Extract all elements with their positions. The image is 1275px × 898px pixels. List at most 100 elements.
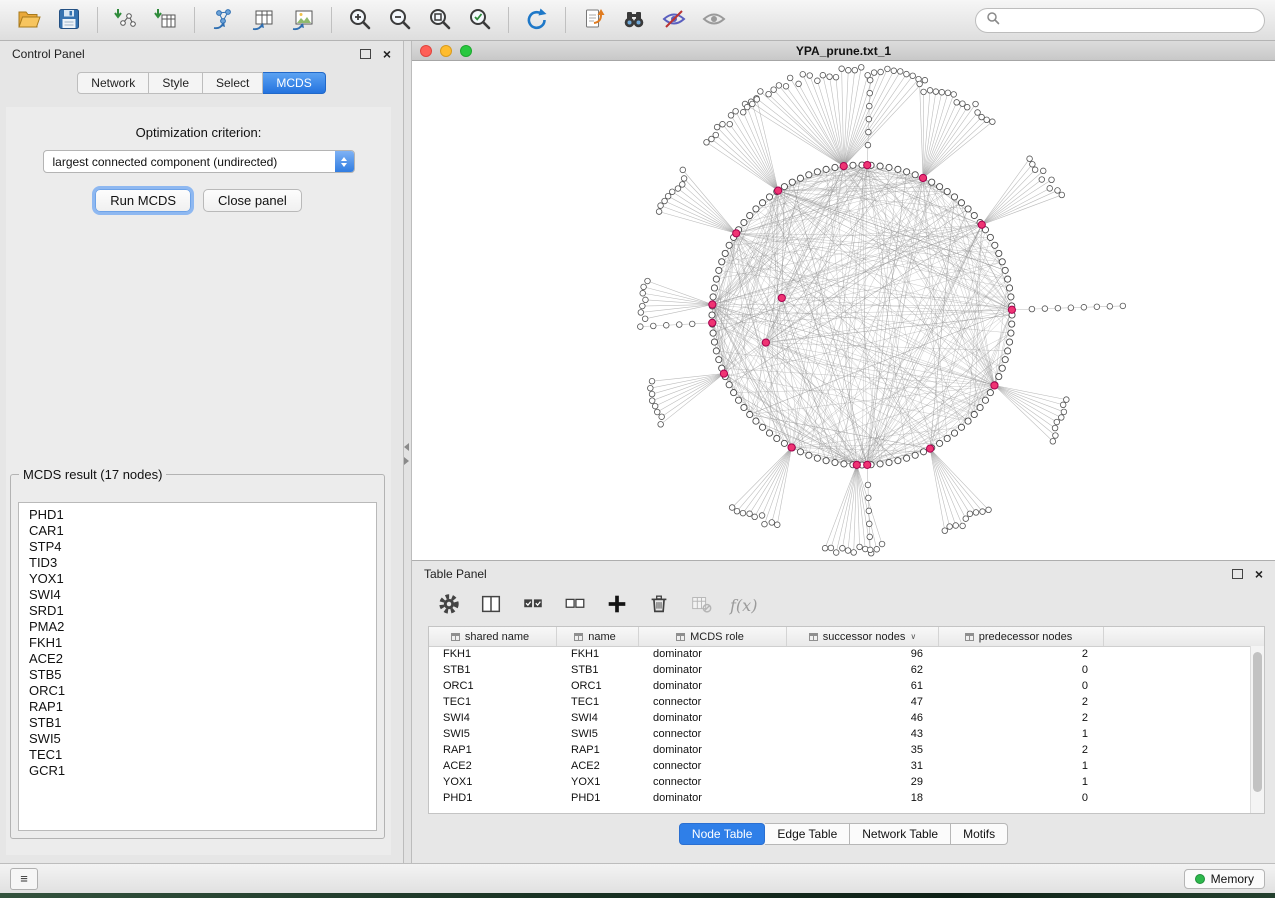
mcds-result-item[interactable]: STB5: [29, 667, 376, 683]
show-columns-button[interactable]: [478, 592, 504, 618]
float-panel-icon[interactable]: [360, 49, 371, 59]
table-row[interactable]: SWI5 SWI5 connector 43 1: [429, 726, 1251, 742]
tab-node-table[interactable]: Node Table: [679, 823, 766, 845]
mcds-result-item[interactable]: PMA2: [29, 619, 376, 635]
delete-column-button[interactable]: [646, 592, 672, 618]
mcds-result-item[interactable]: SWI5: [29, 731, 376, 747]
criterion-dropdown[interactable]: largest connected component (undirected): [43, 150, 355, 173]
scrollbar-thumb[interactable]: [1253, 652, 1262, 792]
checked-boxes-icon: [521, 592, 545, 619]
zoom-in-button[interactable]: [341, 4, 379, 36]
toolbar-separator: [565, 7, 566, 33]
cell-filler: [1104, 646, 1251, 662]
mcds-result-item[interactable]: TID3: [29, 555, 376, 571]
tab-style[interactable]: Style: [149, 72, 203, 94]
search-network-button[interactable]: [615, 4, 653, 36]
column-header[interactable]: name: [557, 627, 639, 646]
mcds-result-item[interactable]: SRD1: [29, 603, 376, 619]
cell-shared-name: ORC1: [429, 678, 557, 694]
table-row[interactable]: ORC1 ORC1 dominator 61 0: [429, 678, 1251, 694]
column-attribute-icon: [574, 633, 583, 641]
tab-network[interactable]: Network: [77, 72, 149, 94]
cell-name: RAP1: [557, 742, 639, 758]
float-panel-icon[interactable]: [1232, 569, 1243, 579]
mcds-result-item[interactable]: ACE2: [29, 651, 376, 667]
cell-successor-nodes: 46: [787, 710, 939, 726]
tab-network-table[interactable]: Network Table: [850, 823, 951, 845]
show-details-button[interactable]: [695, 4, 733, 36]
create-column-button[interactable]: [604, 592, 630, 618]
share-document-button[interactable]: [575, 4, 613, 36]
open-file-button[interactable]: [10, 4, 48, 36]
table-row[interactable]: SWI4 SWI4 dominator 46 2: [429, 710, 1251, 726]
table-settings-button[interactable]: [436, 592, 462, 618]
mcds-result-item[interactable]: PHD1: [29, 507, 376, 523]
table-row[interactable]: STB1 STB1 dominator 62 0: [429, 662, 1251, 678]
table-row[interactable]: ACE2 ACE2 connector 31 1: [429, 758, 1251, 774]
tab-select[interactable]: Select: [203, 72, 263, 94]
table-scrollbar[interactable]: [1250, 646, 1264, 813]
table-row[interactable]: PHD1 PHD1 dominator 18 0: [429, 790, 1251, 806]
columns-icon: [479, 592, 503, 619]
column-header[interactable]: successor nodes ∨: [787, 627, 939, 646]
panel-selector-button[interactable]: ≡: [10, 868, 38, 890]
cell-shared-name: YOX1: [429, 774, 557, 790]
network-canvas[interactable]: [412, 61, 1275, 560]
table-row[interactable]: FKH1 FKH1 dominator 96 2: [429, 646, 1251, 662]
mcds-result-item[interactable]: TEC1: [29, 747, 376, 763]
search-input[interactable]: [1006, 12, 1254, 28]
memory-button[interactable]: Memory: [1184, 869, 1265, 889]
new-network-button[interactable]: [204, 4, 242, 36]
mcds-result-item[interactable]: ORC1: [29, 683, 376, 699]
cell-predecessor-nodes: 1: [939, 758, 1104, 774]
cell-filler: [1104, 694, 1251, 710]
collapse-right-icon[interactable]: [404, 457, 409, 465]
import-table-icon: [153, 6, 179, 35]
column-header[interactable]: shared name: [429, 627, 557, 646]
cell-predecessor-nodes: 0: [939, 678, 1104, 694]
function-builder-button[interactable]: f(x): [730, 596, 757, 615]
mcds-result-item[interactable]: CAR1: [29, 523, 376, 539]
mcds-result-list[interactable]: PHD1CAR1STP4TID3YOX1SWI4SRD1PMA2FKH1ACE2…: [18, 502, 377, 831]
run-mcds-button[interactable]: Run MCDS: [95, 189, 191, 212]
mcds-result-item[interactable]: YOX1: [29, 571, 376, 587]
mcds-result-item[interactable]: SWI4: [29, 587, 376, 603]
new-network-table-button[interactable]: [244, 4, 282, 36]
toolbar-separator: [194, 7, 195, 33]
tab-edge-table[interactable]: Edge Table: [765, 823, 850, 845]
table-row[interactable]: RAP1 RAP1 dominator 35 2: [429, 742, 1251, 758]
deselect-all-columns-button[interactable]: [562, 592, 588, 618]
save-session-button[interactable]: [50, 4, 88, 36]
close-mcds-panel-button[interactable]: Close panel: [203, 189, 302, 212]
mcds-result-item[interactable]: STB1: [29, 715, 376, 731]
import-network-button[interactable]: [107, 4, 145, 36]
close-panel-icon[interactable]: ×: [383, 47, 391, 61]
zoom-fit-button[interactable]: [421, 4, 459, 36]
table-body[interactable]: FKH1 FKH1 dominator 96 2 STB1 STB1: [429, 646, 1251, 813]
search-box[interactable]: [975, 8, 1265, 33]
mcds-result-item[interactable]: FKH1: [29, 635, 376, 651]
panel-splitter[interactable]: [403, 41, 412, 863]
import-table-button[interactable]: [147, 4, 185, 36]
hide-details-button[interactable]: [655, 4, 693, 36]
zoom-out-button[interactable]: [381, 4, 419, 36]
network-window-titlebar[interactable]: YPA_prune.txt_1: [412, 41, 1275, 61]
select-all-columns-button[interactable]: [520, 592, 546, 618]
close-panel-icon[interactable]: ×: [1255, 567, 1263, 581]
column-header[interactable]: predecessor nodes: [939, 627, 1104, 646]
mcds-result-item[interactable]: RAP1: [29, 699, 376, 715]
refresh-layout-button[interactable]: [518, 4, 556, 36]
column-header[interactable]: MCDS role: [639, 627, 787, 646]
table-row[interactable]: YOX1 YOX1 connector 29 1: [429, 774, 1251, 790]
mcds-result-item[interactable]: STP4: [29, 539, 376, 555]
export-image-button[interactable]: [284, 4, 322, 36]
table-row[interactable]: TEC1 TEC1 connector 47 2: [429, 694, 1251, 710]
zoom-selected-button[interactable]: [461, 4, 499, 36]
collapse-left-icon[interactable]: [404, 443, 409, 451]
mcds-result-item[interactable]: GCR1: [29, 763, 376, 779]
cell-filler: [1104, 726, 1251, 742]
tab-mcds[interactable]: MCDS: [263, 72, 325, 94]
main-toolbar: [0, 0, 1275, 41]
tab-motifs[interactable]: Motifs: [951, 823, 1008, 845]
folder-open-icon: [16, 6, 42, 35]
